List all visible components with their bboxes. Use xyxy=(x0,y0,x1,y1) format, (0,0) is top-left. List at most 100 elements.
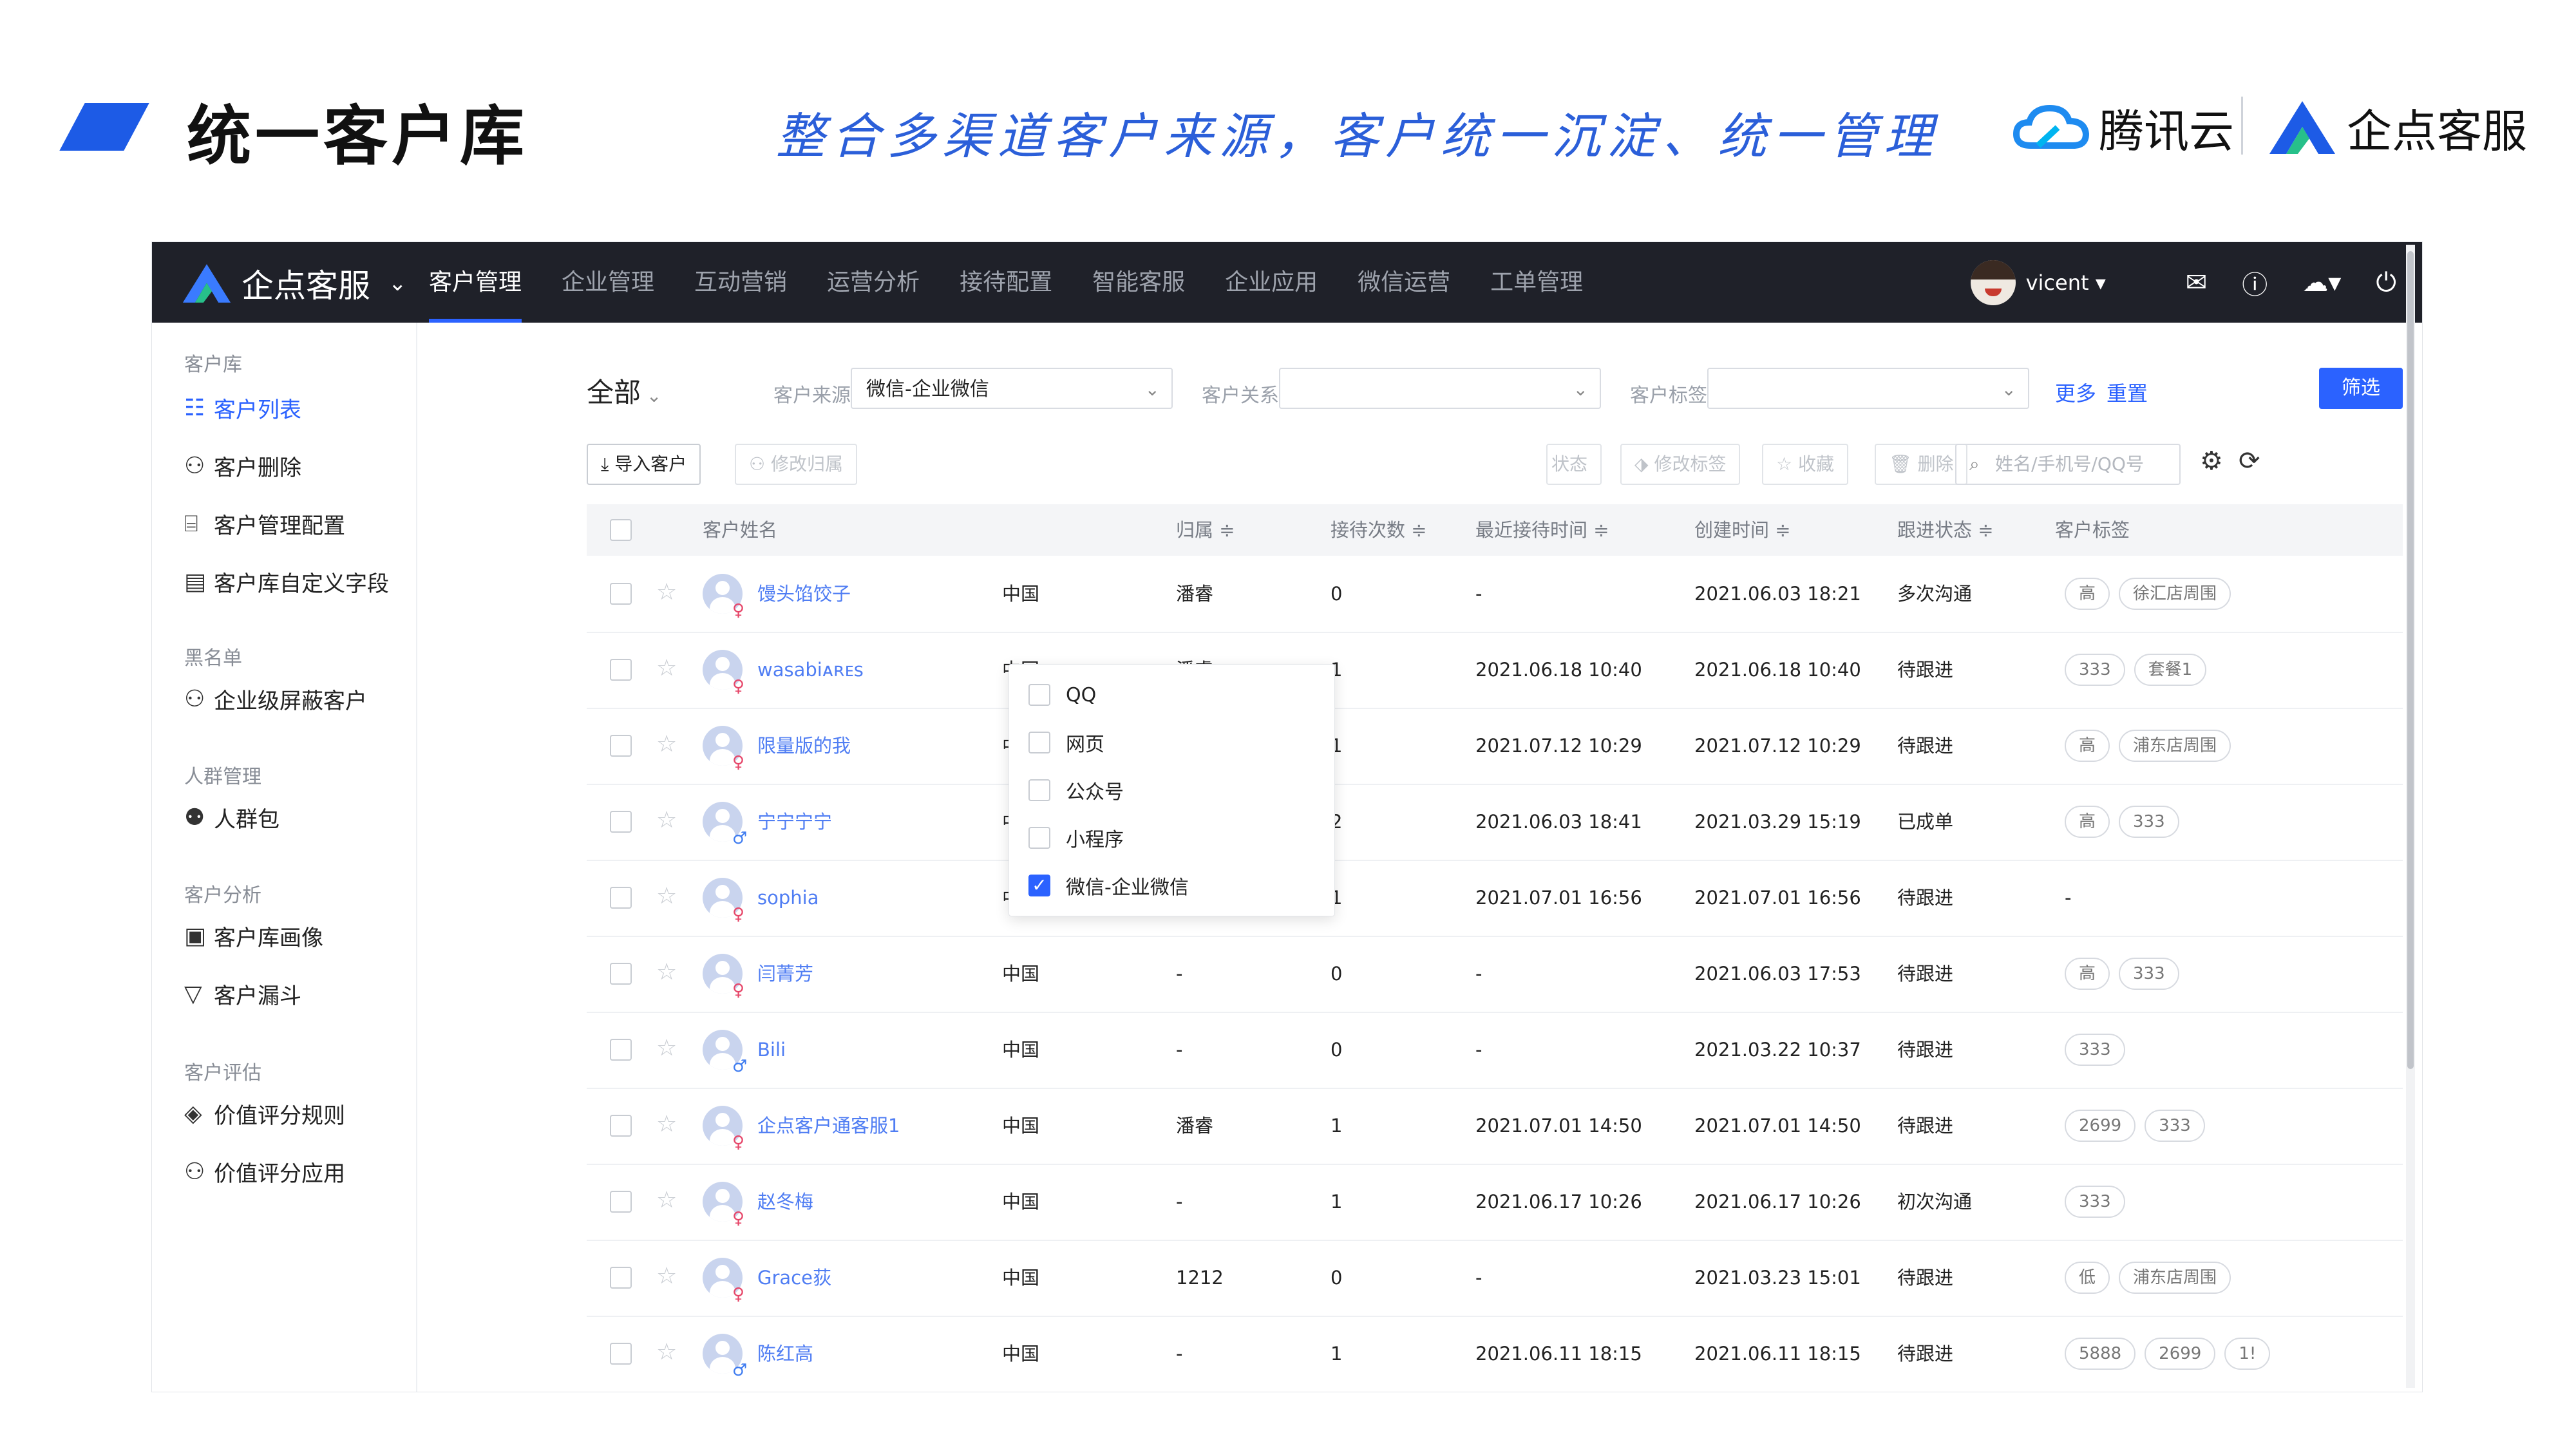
sidebar-item-crowd-pack[interactable]: ⚉ 人群包 xyxy=(184,802,279,833)
filter-button[interactable]: 筛选 xyxy=(2319,368,2403,409)
nav-enterprise-management[interactable]: 企业管理 xyxy=(562,242,654,323)
dropdown-option-wecom[interactable]: ✓ 微信-企业微信 xyxy=(1028,863,1189,908)
table-row[interactable]: ☆ ♀ 赵冬梅 中国 - 1 2021.06.17 10:26 2021.06.17 10:2… xyxy=(587,1164,2403,1241)
user-avatar[interactable] xyxy=(1970,260,2016,305)
reset-filters-link[interactable]: 重置 xyxy=(2107,377,2148,407)
vertical-scrollbar[interactable] xyxy=(2406,245,2415,1388)
table-row[interactable]: ☆♀wasabiᴀʀᴇs中国潘睿12021.06.18 10:402021.06… xyxy=(587,632,2403,709)
star-icon[interactable]: ☆ xyxy=(656,1339,677,1365)
favorite-button[interactable]: ☆ 收藏 xyxy=(1762,444,1849,485)
delete-button[interactable]: 🗑 删除 xyxy=(1875,444,1968,485)
modify-owner-button[interactable]: ⚇ 修改归属 xyxy=(735,444,858,485)
star-icon[interactable]: ☆ xyxy=(656,579,677,605)
table-row[interactable]: ☆ ♀ 馒头馅饺子 中国 潘睿 0 - 2021.06.03 18:21 多次沟通 高徐汇店周围 xyxy=(587,556,2403,633)
nav-customer-management[interactable]: 客户管理 xyxy=(429,242,522,323)
modify-tag-button[interactable]: ⬗ 修改标签 xyxy=(1620,444,1741,485)
app-logo[interactable]: 企点客服 ⌄ xyxy=(181,260,407,307)
sidebar-item-customer-config[interactable]: ⌸ 客户管理配置 xyxy=(184,508,345,540)
view-filter-all[interactable]: 全部 ⌄ xyxy=(587,371,661,410)
row-checkbox[interactable] xyxy=(610,735,632,757)
star-icon[interactable]: ☆ xyxy=(656,1111,677,1137)
row-checkbox[interactable] xyxy=(610,1191,632,1213)
row-checkbox[interactable] xyxy=(610,887,632,909)
col-header-owner[interactable]: 归属 ≑ xyxy=(1176,504,1235,556)
dropdown-option-web[interactable]: 网页 xyxy=(1028,720,1104,765)
table-row[interactable]: ☆ ♀ 闫菁芳 中国 - 0 - 2021.06.03 17:53 待跟进 高 333 xyxy=(587,936,2403,1013)
nav-reception-config[interactable]: 接待配置 xyxy=(960,242,1052,323)
sidebar-item-custom-fields[interactable]: ▤ 客户库自定义字段 xyxy=(184,566,389,598)
star-icon[interactable]: ☆ xyxy=(656,1035,677,1061)
gear-icon[interactable]: ⚙ xyxy=(2200,446,2223,476)
table-row[interactable]: ☆ ♂ Bili 中国 - 0 - 2021.03.22 10:37 待跟进 333 xyxy=(587,1012,2403,1089)
star-icon[interactable]: ☆ xyxy=(656,1187,677,1213)
option-checkbox[interactable] xyxy=(1028,827,1050,849)
row-checkbox[interactable] xyxy=(610,1039,632,1061)
user-name[interactable]: vicent ▾ xyxy=(2026,270,2106,295)
customer-name-link[interactable]: 赵冬梅 xyxy=(757,1164,813,1240)
sidebar-item-value-rules[interactable]: ◈ 价值评分规则 xyxy=(184,1098,345,1130)
customer-name-link[interactable]: 馒头馅饺子 xyxy=(757,556,851,632)
mail-icon[interactable]: ✉ xyxy=(2186,268,2208,298)
option-checkbox[interactable] xyxy=(1028,779,1050,801)
table-row[interactable]: ☆ ♀ 企点客户通客服1 中国 潘睿 1 2021.07.01 14:50 2021.07.0… xyxy=(587,1088,2403,1165)
dropdown-option-qq[interactable]: QQ xyxy=(1028,672,1096,717)
sidebar-item-customer-portrait[interactable]: ▣ 客户库画像 xyxy=(184,920,323,952)
sidebar-item-blocked-customers[interactable]: ⚇ 企业级屏蔽客户 xyxy=(184,683,367,715)
col-header-last-visit[interactable]: 最近接待时间 ≑ xyxy=(1475,504,1609,556)
customer-name-link[interactable]: Bili xyxy=(757,1012,786,1088)
nav-smart-service[interactable]: 智能客服 xyxy=(1092,242,1185,323)
nav-interactive-marketing[interactable]: 互动营销 xyxy=(694,242,787,323)
row-checkbox[interactable] xyxy=(610,963,632,985)
dropdown-option-mini-program[interactable]: 小程序 xyxy=(1028,815,1124,860)
customer-search-input[interactable]: ⌕ 姓名/手机号/QQ号 xyxy=(1955,444,2181,485)
customer-name-link[interactable]: 限量版的我 xyxy=(757,708,851,784)
sidebar-item-customer-delete[interactable]: ⚇ 客户删除 xyxy=(184,450,301,482)
help-icon[interactable]: ⓘ xyxy=(2242,264,2268,301)
nav-operation-analysis[interactable]: 运营分析 xyxy=(827,242,920,323)
sidebar-item-customer-list[interactable]: ☷ 客户列表 xyxy=(184,392,301,424)
cloud-icon[interactable]: ☁▾ xyxy=(2302,268,2341,298)
row-checkbox[interactable] xyxy=(610,659,632,681)
row-checkbox[interactable] xyxy=(610,1343,632,1365)
col-header-created[interactable]: 创建时间 ≑ xyxy=(1694,504,1791,556)
nav-wechat-ops[interactable]: 微信运营 xyxy=(1358,242,1450,323)
more-filters-link[interactable]: 更多 xyxy=(2055,377,2096,407)
scrollbar-thumb[interactable] xyxy=(2407,251,2414,1069)
row-checkbox[interactable] xyxy=(610,811,632,833)
customer-name-link[interactable]: 陈红高 xyxy=(757,1316,813,1392)
row-checkbox[interactable] xyxy=(610,583,632,605)
nav-ticket-management[interactable]: 工单管理 xyxy=(1490,242,1583,323)
nav-enterprise-apps[interactable]: 企业应用 xyxy=(1225,242,1318,323)
star-icon[interactable]: ☆ xyxy=(656,1263,677,1289)
sidebar-item-value-application[interactable]: ⚇ 价值评分应用 xyxy=(184,1156,345,1188)
customer-name-link[interactable]: Grace荻 xyxy=(757,1240,831,1316)
row-checkbox[interactable] xyxy=(610,1267,632,1289)
table-row[interactable]: ☆♀sophia中国-12021.07.01 16:562021.07.01 1… xyxy=(587,860,2403,937)
option-checkbox[interactable] xyxy=(1028,684,1050,706)
table-row[interactable]: ☆♂宁宁宁宁中国 广东 广州客户通运营...22021.06.03 18:412… xyxy=(587,784,2403,861)
star-icon[interactable]: ☆ xyxy=(656,883,677,909)
option-checkbox[interactable] xyxy=(1028,732,1050,753)
star-icon[interactable]: ☆ xyxy=(656,655,677,681)
customer-name-link[interactable]: wasabiᴀʀᴇs xyxy=(757,632,864,708)
source-filter-select[interactable]: 微信-企业微信 ⌄ xyxy=(851,368,1173,409)
customer-name-link[interactable]: 宁宁宁宁 xyxy=(757,784,832,860)
star-icon[interactable]: ☆ xyxy=(656,959,677,985)
table-row[interactable]: ☆ ♂ 陈红高 中国 - 1 2021.06.11 18:15 2021.06.11 18:1… xyxy=(587,1316,2403,1392)
select-all-checkbox[interactable] xyxy=(610,519,632,541)
customer-name-link[interactable]: 企点客户通客服1 xyxy=(757,1088,900,1164)
modify-status-button[interactable]: 状态 xyxy=(1546,444,1602,485)
tag-filter-select[interactable]: ⌄ xyxy=(1707,368,2029,409)
refresh-icon[interactable]: ⟳ xyxy=(2239,446,2260,476)
customer-name-link[interactable]: sophia xyxy=(757,860,819,936)
row-checkbox[interactable] xyxy=(610,1115,632,1137)
import-customer-button[interactable]: ⤓ 导入客户 xyxy=(587,444,701,485)
sidebar-item-customer-funnel[interactable]: ▽ 客户漏斗 xyxy=(184,978,301,1010)
dropdown-option-official-account[interactable]: 公众号 xyxy=(1028,768,1124,813)
star-icon[interactable]: ☆ xyxy=(656,731,677,757)
star-icon[interactable]: ☆ xyxy=(656,807,677,833)
col-header-visits[interactable]: 接待次数 ≑ xyxy=(1331,504,1427,556)
table-row[interactable]: ☆♀限量版的我中国-12021.07.12 10:292021.07.12 10… xyxy=(587,708,2403,785)
logout-icon[interactable]: ⏻ xyxy=(2376,268,2396,298)
table-row[interactable]: ☆ ♀ Grace荻 中国 1212 0 - 2021.03.23 15:01 待跟进 低浦东店周… xyxy=(587,1240,2403,1317)
